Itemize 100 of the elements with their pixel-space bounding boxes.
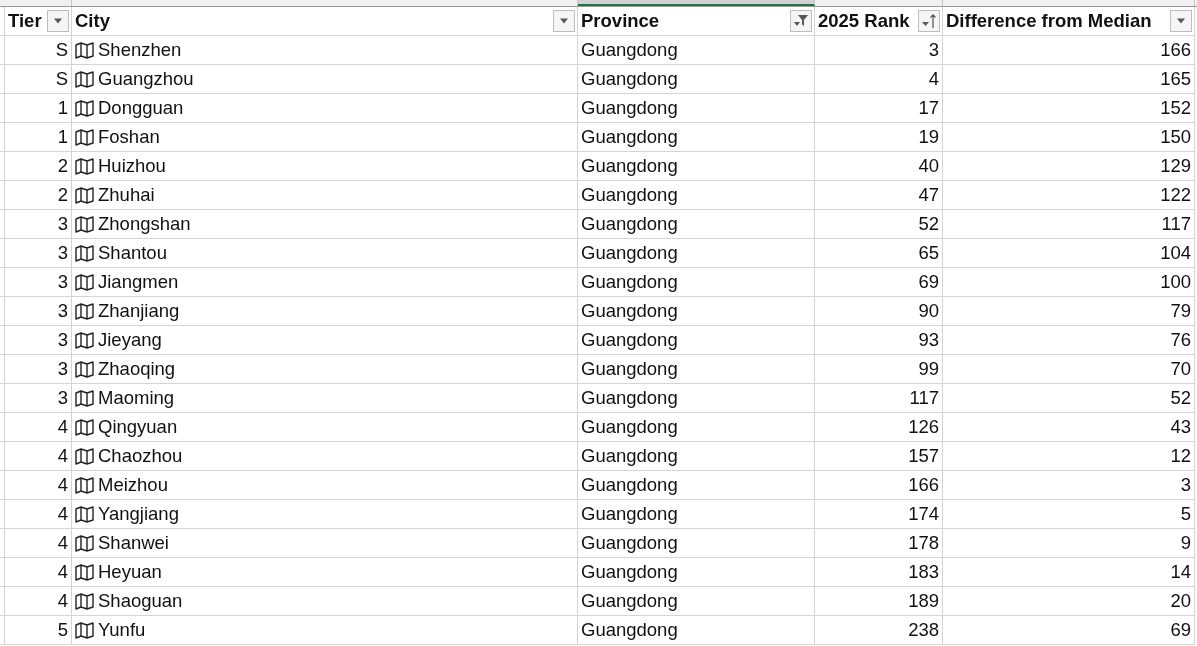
table-cell: 126 bbox=[908, 416, 939, 438]
table-cell: Guangdong bbox=[581, 271, 678, 293]
table-cell: 70 bbox=[1170, 358, 1191, 380]
map-icon[interactable] bbox=[75, 476, 95, 494]
dropdown-button[interactable] bbox=[47, 10, 69, 32]
table-cell: Guangdong bbox=[581, 532, 678, 554]
table-cell: 9 bbox=[1180, 532, 1191, 554]
table-cell: 17 bbox=[918, 97, 939, 119]
table-cell: 3 bbox=[57, 242, 68, 264]
table-cell: 150 bbox=[1160, 126, 1191, 148]
table-cell: 99 bbox=[918, 358, 939, 380]
table-cell: Guangdong bbox=[581, 590, 678, 612]
table-cell: 152 bbox=[1160, 97, 1191, 119]
filter-button[interactable] bbox=[790, 10, 812, 32]
map-icon[interactable] bbox=[75, 302, 95, 320]
table-cell: Guangdong bbox=[581, 97, 678, 119]
map-icon[interactable] bbox=[75, 157, 95, 175]
table-cell: S bbox=[55, 39, 68, 61]
table-cell: Guangdong bbox=[581, 213, 678, 235]
map-icon[interactable] bbox=[75, 447, 95, 465]
table-cell: 189 bbox=[908, 590, 939, 612]
table-cell: Zhaoqing bbox=[98, 358, 176, 380]
map-icon[interactable] bbox=[75, 389, 95, 407]
table-cell: 165 bbox=[1160, 68, 1191, 90]
table-cell: S bbox=[55, 68, 68, 90]
table-cell: 93 bbox=[918, 329, 939, 351]
map-icon[interactable] bbox=[75, 244, 95, 262]
table-cell: Zhanjiang bbox=[98, 300, 180, 322]
table-cell: 5 bbox=[57, 619, 68, 641]
map-icon[interactable] bbox=[75, 331, 95, 349]
header-text: 2025 Rank bbox=[818, 10, 910, 32]
table-cell: 3 bbox=[57, 387, 68, 409]
map-icon[interactable] bbox=[75, 505, 95, 523]
table-cell: Shaoguan bbox=[98, 590, 183, 612]
table-cell: 79 bbox=[1170, 300, 1191, 322]
table-cell: 104 bbox=[1160, 242, 1191, 264]
table-cell: 40 bbox=[918, 155, 939, 177]
dropdown-button[interactable] bbox=[553, 10, 575, 32]
map-icon[interactable] bbox=[75, 360, 95, 378]
dropdown-button[interactable] bbox=[1170, 10, 1192, 32]
table-cell: 4 bbox=[57, 503, 68, 525]
table-cell: Shantou bbox=[98, 242, 167, 264]
table-cell: Jieyang bbox=[98, 329, 162, 351]
table-cell: 90 bbox=[918, 300, 939, 322]
table-cell: Guangdong bbox=[581, 39, 678, 61]
table-cell: 3 bbox=[57, 271, 68, 293]
header-text: Province bbox=[581, 10, 660, 32]
map-icon[interactable] bbox=[75, 128, 95, 146]
caret-icon bbox=[559, 18, 569, 24]
table-cell: 3 bbox=[57, 300, 68, 322]
table-cell: 14 bbox=[1170, 561, 1191, 583]
table-cell: Yangjiang bbox=[98, 503, 179, 525]
table-cell: 238 bbox=[908, 619, 939, 641]
map-icon[interactable] bbox=[75, 273, 95, 291]
table-cell: 122 bbox=[1160, 184, 1191, 206]
table-cell: Guangdong bbox=[581, 126, 678, 148]
table-cell: 52 bbox=[1170, 387, 1191, 409]
header-text: Difference from Median bbox=[946, 10, 1152, 32]
table-cell: 183 bbox=[908, 561, 939, 583]
table-cell: Guangdong bbox=[581, 416, 678, 438]
map-icon[interactable] bbox=[75, 99, 95, 117]
table-cell: 65 bbox=[918, 242, 939, 264]
table-cell: Guangdong bbox=[581, 184, 678, 206]
table-cell: 3 bbox=[57, 358, 68, 380]
map-icon[interactable] bbox=[75, 418, 95, 436]
table-cell: Chaozhou bbox=[98, 445, 183, 467]
table-cell: 4 bbox=[928, 68, 939, 90]
table-cell: 4 bbox=[57, 532, 68, 554]
table-cell: Guangdong bbox=[581, 329, 678, 351]
map-icon[interactable] bbox=[75, 534, 95, 552]
table-cell: 20 bbox=[1170, 590, 1191, 612]
map-icon[interactable] bbox=[75, 563, 95, 581]
table-cell: 43 bbox=[1170, 416, 1191, 438]
table-cell: Maoming bbox=[98, 387, 175, 409]
table-cell: 2 bbox=[57, 155, 68, 177]
table-cell: 100 bbox=[1160, 271, 1191, 293]
map-icon[interactable] bbox=[75, 621, 95, 639]
map-icon[interactable] bbox=[75, 186, 95, 204]
table-cell: Zhuhai bbox=[98, 184, 155, 206]
sort-button[interactable] bbox=[918, 10, 940, 32]
table-cell: 69 bbox=[1170, 619, 1191, 641]
table-cell: Meizhou bbox=[98, 474, 168, 496]
table-cell: Guangdong bbox=[581, 445, 678, 467]
table-cell: Guangdong bbox=[581, 619, 678, 641]
table-cell: Dongguan bbox=[98, 97, 184, 119]
table-cell: Heyuan bbox=[98, 561, 162, 583]
map-icon[interactable] bbox=[75, 41, 95, 59]
map-icon[interactable] bbox=[75, 592, 95, 610]
column-heading-strip[interactable] bbox=[578, 0, 815, 6]
table-cell: Guangdong bbox=[581, 300, 678, 322]
caret-icon bbox=[53, 18, 63, 24]
funnel-icon bbox=[793, 14, 809, 28]
map-icon[interactable] bbox=[75, 215, 95, 233]
sort-ascending-icon bbox=[921, 13, 937, 29]
map-icon[interactable] bbox=[75, 70, 95, 88]
table-cell: 4 bbox=[57, 561, 68, 583]
table-cell: 178 bbox=[908, 532, 939, 554]
table-cell: Guangdong bbox=[581, 155, 678, 177]
table-cell: 166 bbox=[908, 474, 939, 496]
table-cell: 117 bbox=[1161, 213, 1191, 235]
